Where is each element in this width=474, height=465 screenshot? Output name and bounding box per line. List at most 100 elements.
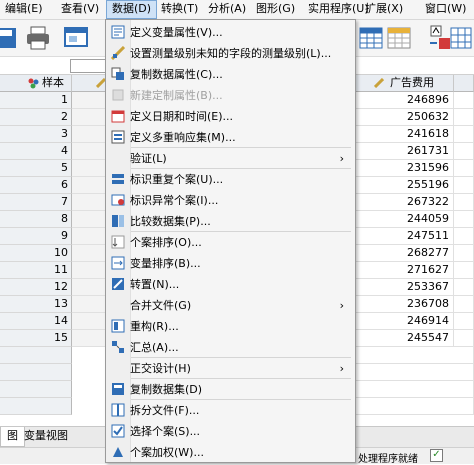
row-empty-cell[interactable] xyxy=(356,381,474,398)
row-sample-cell[interactable]: 1 xyxy=(0,92,72,109)
menu-extensions[interactable]: 扩展(X) xyxy=(360,0,408,19)
row-ad-cost-cell[interactable]: 267322 xyxy=(356,194,454,211)
row-sample-cell[interactable]: 2 xyxy=(0,109,72,126)
menu-item-20[interactable]: 选择个案(S)... xyxy=(107,421,354,442)
row-empty-cell[interactable] xyxy=(72,211,108,228)
menu-item-11[interactable]: 个案排序(O)... xyxy=(107,232,354,253)
row-sample-cell[interactable]: 7 xyxy=(0,194,72,211)
menu-item-18[interactable]: 复制数据集(D) xyxy=(107,379,354,400)
row-empty-cell[interactable] xyxy=(72,126,108,143)
menu-item-6[interactable]: 定义多重响应集(M)... xyxy=(107,127,354,148)
row-next-cell[interactable] xyxy=(454,228,474,245)
row-ad-cost-cell[interactable]: 247511 xyxy=(356,228,454,245)
row-sample-cell[interactable]: 6 xyxy=(0,177,72,194)
row-next-cell[interactable] xyxy=(454,330,474,347)
menu-item-9[interactable]: 标识异常个案(I)... xyxy=(107,190,354,211)
menu-item-12[interactable]: 变量排序(B)... xyxy=(107,253,354,274)
row-empty-cell[interactable] xyxy=(72,160,108,177)
row-sample-cell[interactable]: 9 xyxy=(0,228,72,245)
menu-graphs[interactable]: 图形(G) xyxy=(251,0,300,19)
menu-item-10[interactable]: 比较数据集(P)... xyxy=(107,211,354,232)
row-sample-cell[interactable]: 15 xyxy=(0,330,72,347)
row-sample-cell[interactable]: 11 xyxy=(0,262,72,279)
row-sample-cell[interactable]: 5 xyxy=(0,160,72,177)
row-next-cell[interactable] xyxy=(454,92,474,109)
row-empty-cell[interactable] xyxy=(72,296,108,313)
row-empty-cell[interactable] xyxy=(72,262,108,279)
row-empty-cell[interactable] xyxy=(72,228,108,245)
row-empty-cell[interactable] xyxy=(356,398,474,415)
menu-transform[interactable]: 转换(T) xyxy=(156,0,203,19)
row-next-cell[interactable] xyxy=(454,143,474,160)
menu-data[interactable]: 数据(D) xyxy=(106,0,158,19)
menu-window[interactable]: 窗口(W) xyxy=(420,0,471,19)
row-empty-cell[interactable] xyxy=(356,347,474,364)
row-sample-cell[interactable]: 13 xyxy=(0,296,72,313)
row-next-cell[interactable] xyxy=(454,109,474,126)
row-ad-cost-cell[interactable]: 246914 xyxy=(356,313,454,330)
grid-icon[interactable] xyxy=(448,24,474,52)
row-ad-cost-cell[interactable]: 241618 xyxy=(356,126,454,143)
row-next-cell[interactable] xyxy=(454,177,474,194)
row-empty-cell[interactable] xyxy=(72,177,108,194)
row-ad-cost-cell[interactable]: 255196 xyxy=(356,177,454,194)
row-next-cell[interactable] xyxy=(454,262,474,279)
row-empty-cell[interactable] xyxy=(72,194,108,211)
row-header-empty[interactable] xyxy=(0,381,72,398)
row-ad-cost-cell[interactable]: 246896 xyxy=(356,92,454,109)
menu-item-1[interactable]: 定义变量属性(V)... xyxy=(107,22,354,43)
row-sample-cell[interactable]: 14 xyxy=(0,313,72,330)
row-ad-cost-cell[interactable]: 271627 xyxy=(356,262,454,279)
row-next-cell[interactable] xyxy=(454,279,474,296)
menu-item-2[interactable]: 设置测量级别未知的字段的测量级别(L)... xyxy=(107,43,354,64)
row-sample-cell[interactable]: 8 xyxy=(0,211,72,228)
column-header-next[interactable] xyxy=(454,75,474,92)
row-sample-cell[interactable]: 3 xyxy=(0,126,72,143)
row-empty-cell[interactable] xyxy=(72,313,108,330)
row-header-empty[interactable] xyxy=(0,364,72,381)
row-next-cell[interactable] xyxy=(454,245,474,262)
tab-variable-view[interactable]: 变量视图 xyxy=(18,427,74,447)
column-header-empty[interactable] xyxy=(72,75,108,92)
menu-item-21[interactable]: 个案加权(W)... xyxy=(107,442,354,463)
row-next-cell[interactable] xyxy=(454,211,474,228)
row-ad-cost-cell[interactable]: 231596 xyxy=(356,160,454,177)
row-header-empty[interactable] xyxy=(0,398,72,415)
row-ad-cost-cell[interactable]: 268277 xyxy=(356,245,454,262)
row-empty-cell[interactable] xyxy=(72,143,108,160)
recall-dialog-icon[interactable] xyxy=(62,24,90,52)
row-empty-cell[interactable] xyxy=(72,330,108,347)
menu-item-8[interactable]: 标识重复个案(U)... xyxy=(107,169,354,190)
row-ad-cost-cell[interactable]: 261731 xyxy=(356,143,454,160)
row-next-cell[interactable] xyxy=(454,313,474,330)
menu-item-17[interactable]: 正交设计(H) › xyxy=(107,358,354,379)
row-next-cell[interactable] xyxy=(454,194,474,211)
row-header-empty[interactable] xyxy=(0,347,72,364)
row-ad-cost-cell[interactable]: 253367 xyxy=(356,279,454,296)
column-header-ad-cost[interactable]: 广告费用 xyxy=(356,75,454,92)
variables-grid-icon[interactable] xyxy=(385,24,413,52)
row-empty-cell[interactable] xyxy=(72,245,108,262)
menu-item-13[interactable]: 转置(N)... xyxy=(107,274,354,295)
row-empty-cell[interactable] xyxy=(72,92,108,109)
row-sample-cell[interactable]: 4 xyxy=(0,143,72,160)
row-empty-cell[interactable] xyxy=(356,364,474,381)
row-sample-cell[interactable]: 10 xyxy=(0,245,72,262)
row-next-cell[interactable] xyxy=(454,160,474,177)
row-sample-cell[interactable]: 12 xyxy=(0,279,72,296)
row-ad-cost-cell[interactable]: 245547 xyxy=(356,330,454,347)
menu-analyze[interactable]: 分析(A) xyxy=(203,0,251,19)
menu-edit[interactable]: 编辑(E) xyxy=(0,0,48,19)
row-empty-cell[interactable] xyxy=(72,109,108,126)
column-header-sample[interactable]: 样本 xyxy=(0,75,72,92)
row-empty-cell[interactable] xyxy=(72,279,108,296)
row-ad-cost-cell[interactable]: 250632 xyxy=(356,109,454,126)
menu-item-14[interactable]: 合并文件(G) › xyxy=(107,295,354,316)
menu-item-19[interactable]: 拆分文件(F)... xyxy=(107,400,354,421)
menu-item-5[interactable]: 定义日期和时间(E)... xyxy=(107,106,354,127)
row-ad-cost-cell[interactable]: 236708 xyxy=(356,296,454,313)
data-grid-icon[interactable] xyxy=(357,24,385,52)
print-icon[interactable] xyxy=(24,24,52,52)
menu-item-16[interactable]: 汇总(A)... xyxy=(107,337,354,358)
row-next-cell[interactable] xyxy=(454,296,474,313)
